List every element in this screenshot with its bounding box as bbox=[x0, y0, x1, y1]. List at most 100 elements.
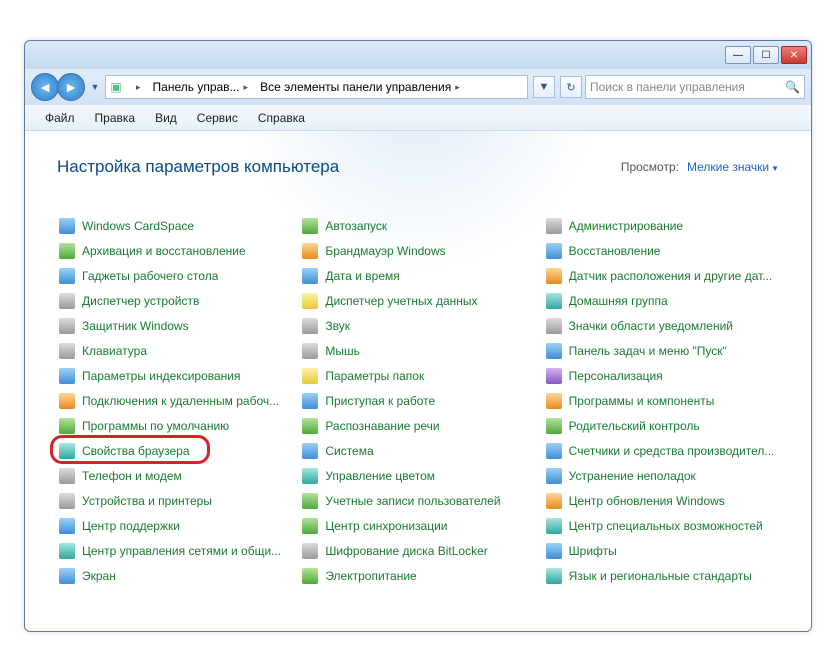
control-panel-item[interactable]: Центр специальных возможностей bbox=[544, 513, 779, 538]
control-panel-item[interactable]: Подключения к удаленным рабоч... bbox=[57, 388, 292, 413]
control-panel-item[interactable]: Параметры индексирования bbox=[57, 363, 292, 388]
control-panel-item[interactable]: Электропитание bbox=[300, 563, 535, 588]
control-panel-item[interactable]: Счетчики и средства производител... bbox=[544, 438, 779, 463]
search-box[interactable]: Поиск в панели управления 🔍 bbox=[585, 75, 805, 99]
address-bar[interactable]: ▣ ▸ Панель управ...▸ Все элементы панели… bbox=[105, 75, 528, 99]
breadcrumb-seg1[interactable]: Панель управ...▸ bbox=[147, 76, 255, 98]
item-icon bbox=[546, 318, 562, 334]
control-panel-item[interactable]: Автозапуск bbox=[300, 213, 535, 238]
item-label: Автозапуск bbox=[325, 219, 387, 233]
control-panel-item[interactable]: Восстановление bbox=[544, 238, 779, 263]
menu-view[interactable]: Вид bbox=[145, 108, 187, 128]
control-panel-item[interactable]: Защитник Windows bbox=[57, 313, 292, 338]
history-dropdown[interactable]: ▼ bbox=[88, 73, 102, 101]
control-panel-item[interactable]: Брандмауэр Windows bbox=[300, 238, 535, 263]
item-icon bbox=[59, 568, 75, 584]
item-icon bbox=[302, 418, 318, 434]
control-panel-item[interactable]: Родительский контроль bbox=[544, 413, 779, 438]
item-icon bbox=[546, 268, 562, 284]
control-panel-item[interactable]: Датчик расположения и другие дат... bbox=[544, 263, 779, 288]
control-panel-item[interactable]: Архивация и восстановление bbox=[57, 238, 292, 263]
item-icon bbox=[546, 293, 562, 309]
forward-button[interactable]: ► bbox=[57, 73, 85, 101]
item-label: Восстановление bbox=[569, 244, 661, 258]
control-panel-item[interactable]: Центр синхронизации bbox=[300, 513, 535, 538]
item-icon bbox=[59, 393, 75, 409]
minimize-button[interactable]: — bbox=[725, 46, 751, 64]
control-panel-item[interactable]: Учетные записи пользователей bbox=[300, 488, 535, 513]
view-options: Просмотр: Мелкие значки▼ bbox=[621, 160, 779, 174]
item-icon bbox=[546, 243, 562, 259]
maximize-button[interactable]: ☐ bbox=[753, 46, 779, 64]
item-label: Устройства и принтеры bbox=[82, 494, 212, 508]
back-button[interactable]: ◄ bbox=[31, 73, 59, 101]
menu-bar: Файл Правка Вид Сервис Справка bbox=[25, 105, 811, 131]
item-icon bbox=[302, 518, 318, 534]
item-label: Распознавание речи bbox=[325, 419, 439, 433]
control-panel-item[interactable]: Центр поддержки bbox=[57, 513, 292, 538]
item-label: Программы по умолчанию bbox=[82, 419, 229, 433]
control-panel-item[interactable]: Телефон и модем bbox=[57, 463, 292, 488]
control-panel-item[interactable]: Домашняя группа bbox=[544, 288, 779, 313]
control-panel-item[interactable]: Устранение неполадок bbox=[544, 463, 779, 488]
menu-edit[interactable]: Правка bbox=[85, 108, 146, 128]
control-panel-item[interactable]: Система bbox=[300, 438, 535, 463]
item-label: Диспетчер учетных данных bbox=[325, 294, 477, 308]
address-dropdown-button[interactable]: ▼ bbox=[533, 76, 555, 98]
control-panel-item[interactable]: Клавиатура bbox=[57, 338, 292, 363]
item-label: Приступая к работе bbox=[325, 394, 435, 408]
control-panel-item[interactable]: Свойства браузера bbox=[57, 438, 292, 463]
search-icon[interactable]: 🔍 bbox=[785, 80, 800, 94]
control-panel-item[interactable]: Распознавание речи bbox=[300, 413, 535, 438]
menu-help[interactable]: Справка bbox=[248, 108, 315, 128]
control-panel-item[interactable]: Параметры папок bbox=[300, 363, 535, 388]
item-icon bbox=[302, 393, 318, 409]
item-label: Домашняя группа bbox=[569, 294, 668, 308]
control-panel-item[interactable]: Центр обновления Windows bbox=[544, 488, 779, 513]
item-label: Язык и региональные стандарты bbox=[569, 569, 752, 583]
item-icon bbox=[59, 543, 75, 559]
control-panel-item[interactable]: Центр управления сетями и общи... bbox=[57, 538, 292, 563]
item-label: Архивация и восстановление bbox=[82, 244, 246, 258]
item-label: Телефон и модем bbox=[82, 469, 182, 483]
view-dropdown[interactable]: Мелкие значки▼ bbox=[687, 160, 779, 174]
control-panel-item[interactable]: Панель задач и меню "Пуск" bbox=[544, 338, 779, 363]
item-icon bbox=[546, 218, 562, 234]
menu-file[interactable]: Файл bbox=[35, 108, 85, 128]
control-panel-item[interactable]: Windows CardSpace bbox=[57, 213, 292, 238]
control-panel-item[interactable]: Программы по умолчанию bbox=[57, 413, 292, 438]
item-icon bbox=[59, 493, 75, 509]
item-icon bbox=[546, 468, 562, 484]
control-panel-item[interactable]: Устройства и принтеры bbox=[57, 488, 292, 513]
control-panel-item[interactable]: Мышь bbox=[300, 338, 535, 363]
menu-tools[interactable]: Сервис bbox=[187, 108, 248, 128]
control-panel-item[interactable]: Администрирование bbox=[544, 213, 779, 238]
control-panel-item[interactable]: Значки области уведомлений bbox=[544, 313, 779, 338]
item-icon bbox=[59, 518, 75, 534]
item-label: Администрирование bbox=[569, 219, 683, 233]
control-panel-item[interactable]: Язык и региональные стандарты bbox=[544, 563, 779, 588]
control-panel-item[interactable]: Шифрование диска BitLocker bbox=[300, 538, 535, 563]
page-title: Настройка параметров компьютера bbox=[57, 157, 339, 177]
control-panel-item[interactable]: Приступая к работе bbox=[300, 388, 535, 413]
item-label: Центр управления сетями и общи... bbox=[82, 544, 281, 558]
control-panel-item[interactable]: Управление цветом bbox=[300, 463, 535, 488]
item-label: Электропитание bbox=[325, 569, 416, 583]
control-panel-item[interactable]: Дата и время bbox=[300, 263, 535, 288]
control-panel-item[interactable]: Экран bbox=[57, 563, 292, 588]
control-panel-item[interactable]: Программы и компоненты bbox=[544, 388, 779, 413]
item-label: Защитник Windows bbox=[82, 319, 189, 333]
control-panel-item[interactable]: Персонализация bbox=[544, 363, 779, 388]
breadcrumb-seg2[interactable]: Все элементы панели управления▸ bbox=[254, 76, 466, 98]
control-panel-item[interactable]: Гаджеты рабочего стола bbox=[57, 263, 292, 288]
control-panel-item[interactable]: Шрифты bbox=[544, 538, 779, 563]
breadcrumb-arrow[interactable]: ▸ bbox=[126, 76, 147, 98]
item-label: Мышь bbox=[325, 344, 360, 358]
control-panel-item[interactable]: Звук bbox=[300, 313, 535, 338]
close-button[interactable]: ✕ bbox=[781, 46, 807, 64]
control-panel-item[interactable]: Диспетчер учетных данных bbox=[300, 288, 535, 313]
item-icon bbox=[302, 218, 318, 234]
item-label: Родительский контроль bbox=[569, 419, 700, 433]
control-panel-item[interactable]: Диспетчер устройств bbox=[57, 288, 292, 313]
refresh-button[interactable]: ↻ bbox=[560, 76, 582, 98]
